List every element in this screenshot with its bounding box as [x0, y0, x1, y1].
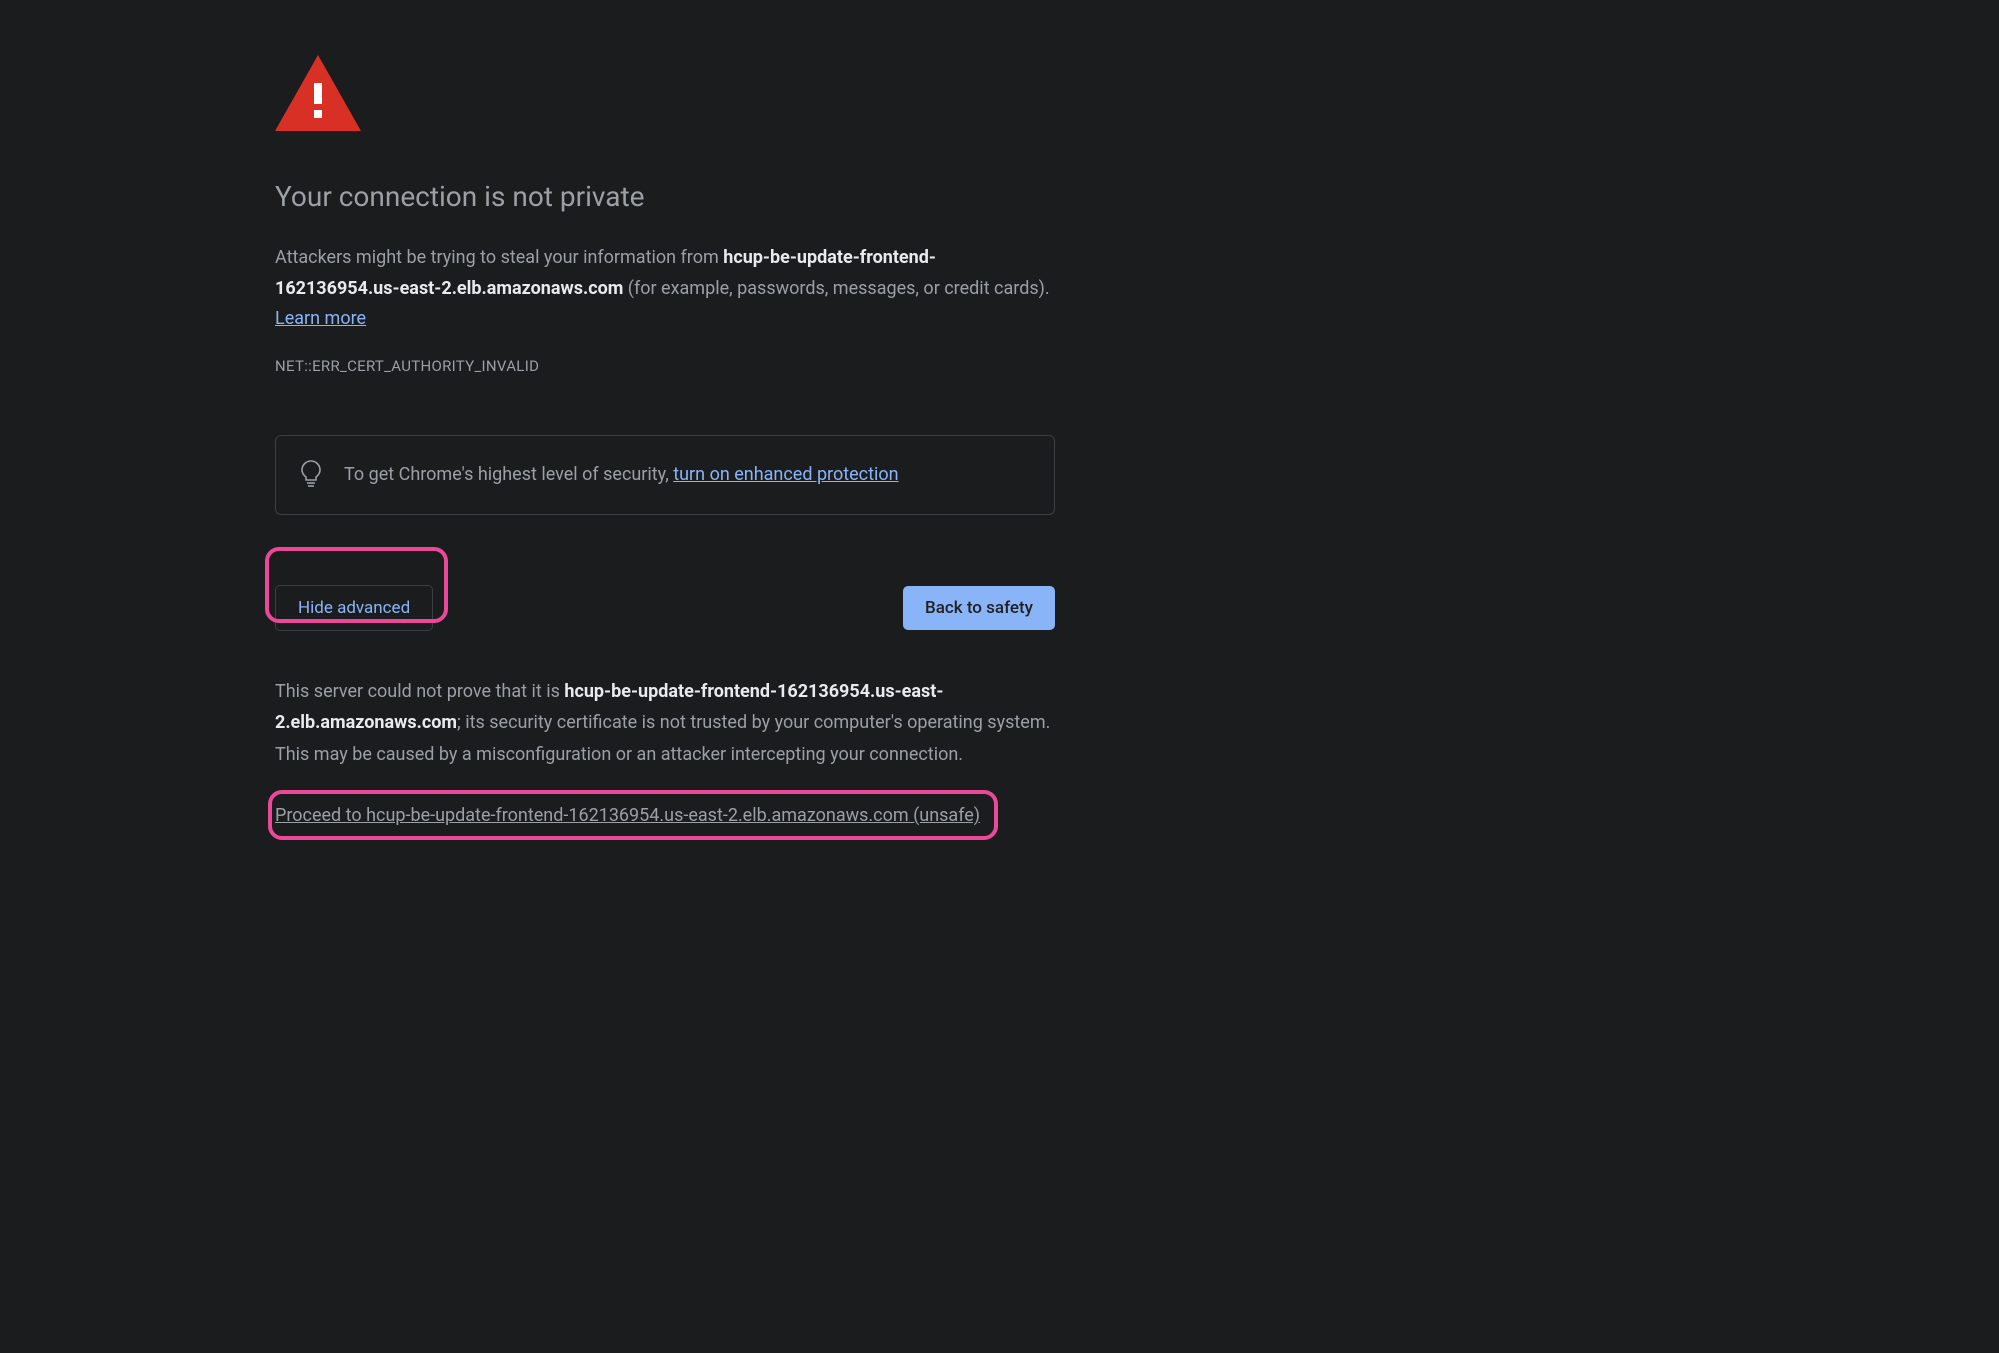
description-suffix: (for example, passwords, messages, or cr… [623, 278, 1049, 299]
advanced-prefix: This server could not prove that it is [275, 681, 564, 702]
back-to-safety-button[interactable]: Back to safety [903, 586, 1055, 630]
error-code: NET::ERR_CERT_AUTHORITY_INVALID [275, 357, 1055, 375]
lightbulb-icon [300, 459, 322, 491]
infobox-prefix: To get Chrome's highest level of securit… [344, 464, 673, 485]
action-buttons-row: Hide advanced Back to safety [275, 585, 1055, 631]
infobox-text: To get Chrome's highest level of securit… [344, 464, 899, 485]
advanced-explanation: This server could not prove that it is h… [275, 676, 1055, 771]
learn-more-link[interactable]: Learn more [275, 308, 366, 329]
proceed-unsafe-link[interactable]: Proceed to hcup-be-update-frontend-16213… [275, 805, 980, 826]
page-title: Your connection is not private [275, 180, 1055, 213]
privacy-warning-description: Attackers might be trying to steal your … [275, 243, 1055, 335]
hide-advanced-button[interactable]: Hide advanced [275, 585, 433, 631]
description-prefix: Attackers might be trying to steal your … [275, 247, 723, 268]
warning-triangle-icon [275, 55, 1055, 135]
enhanced-protection-infobox: To get Chrome's highest level of securit… [275, 435, 1055, 515]
enhanced-protection-link[interactable]: turn on enhanced protection [673, 464, 898, 485]
